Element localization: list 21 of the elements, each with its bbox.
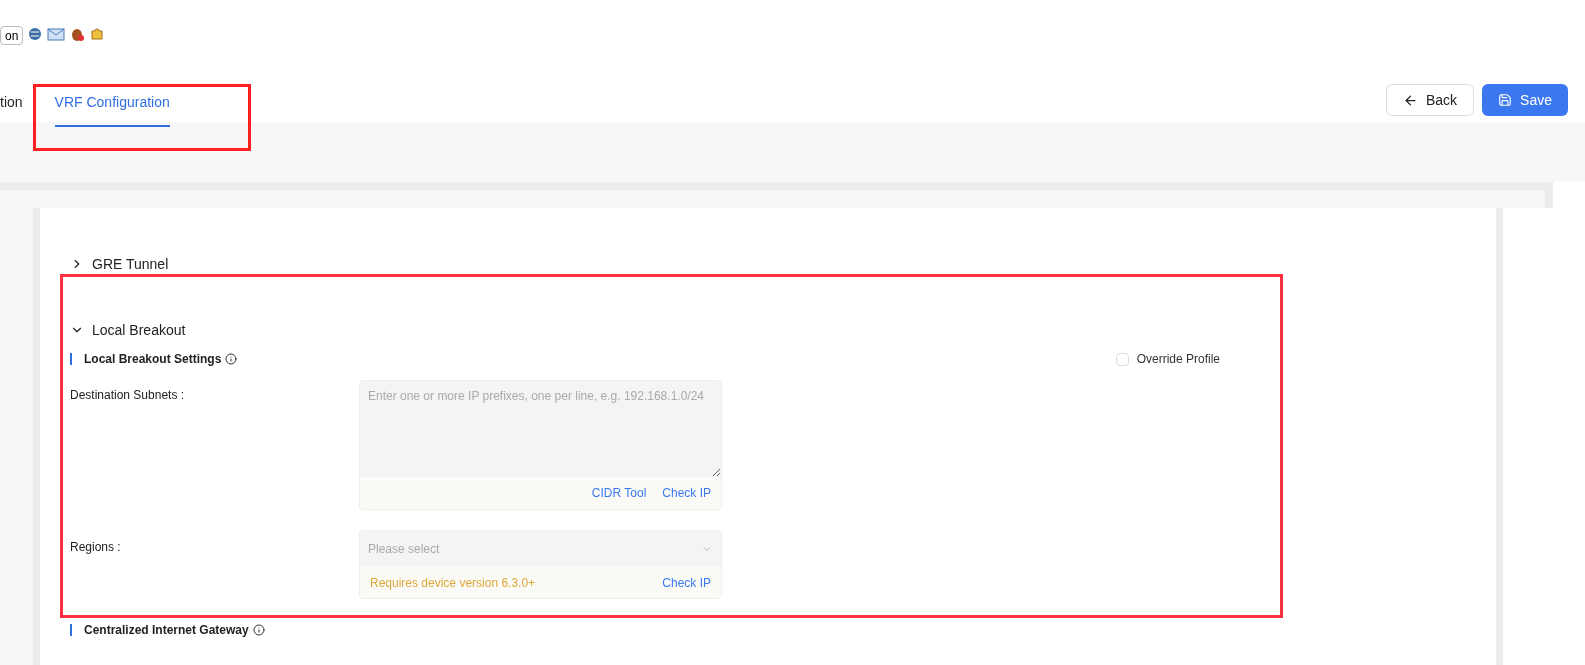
checkbox[interactable] <box>1115 352 1129 366</box>
back-button[interactable]: Back <box>1385 84 1475 116</box>
section-toggle[interactable]: GRE Tunnel <box>70 254 169 274</box>
section-toggle[interactable]: Local Breakout <box>70 320 186 340</box>
section-heading: Local Breakout Settings <box>84 351 222 368</box>
envelope-icon[interactable] <box>47 26 66 42</box>
save-button[interactable]: Save <box>1482 84 1568 116</box>
tab[interactable]: tion <box>0 92 23 127</box>
subnets-field[interactable]: Enter one or more IP prefixes, one per line, e.g. 192.168.1.0/24 <box>360 381 721 477</box>
tool-link[interactable]: Check IP <box>662 484 711 502</box>
field-label: Destination Subnets : <box>70 387 186 404</box>
checkbox-label: Override Profile <box>1136 351 1220 368</box>
section-heading: Centralized Internet Gateway <box>84 622 249 639</box>
save-icon <box>1498 93 1513 107</box>
info-icon <box>225 353 238 365</box>
field-label: Regions : <box>70 539 122 556</box>
version-note: Requires device version 6.3.0+ <box>370 574 536 592</box>
toolbar-button[interactable]: on <box>0 26 24 45</box>
info-icon <box>252 624 265 636</box>
tool-link[interactable]: CIDR Tool <box>591 484 647 502</box>
tool-link[interactable]: Check IP <box>662 573 711 592</box>
